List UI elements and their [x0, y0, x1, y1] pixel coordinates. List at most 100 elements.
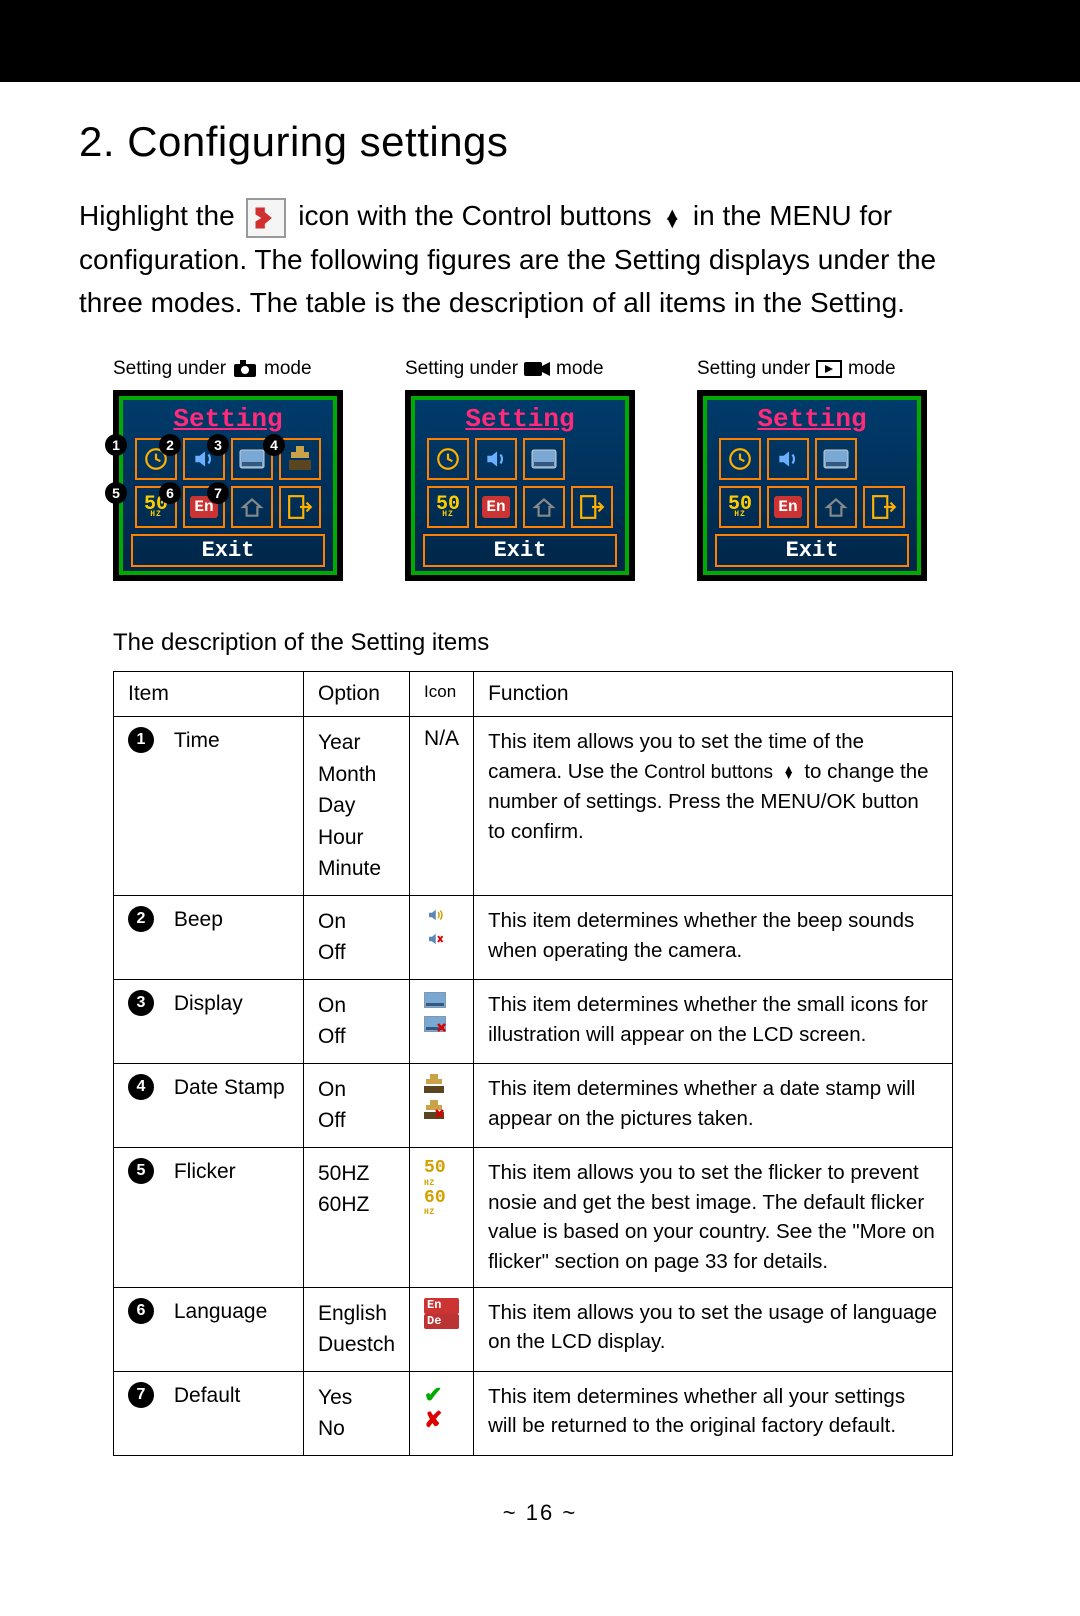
num-badge: 5	[128, 1158, 154, 1184]
col-icon: Icon	[410, 672, 474, 717]
num-badge: 2	[128, 906, 154, 932]
page-body: 2. Configuring settings Highlight the ic…	[0, 82, 1080, 1616]
table-row: 7 Default Yes No ✔ ✘ This item determine…	[114, 1371, 953, 1455]
lcd-display-icon	[523, 438, 565, 480]
function-cell: This item determines whether the beep so…	[474, 895, 953, 979]
icon-cell	[410, 979, 474, 1063]
display-off-icon	[424, 1014, 459, 1038]
flicker-icons: 50HZ 60HZ	[424, 1158, 459, 1218]
language-icons: En De	[424, 1298, 459, 1330]
wrench-icon	[246, 198, 286, 238]
item-cell: 5 Flicker	[114, 1147, 304, 1287]
lcd-time-icon	[427, 438, 469, 480]
item-name: Default	[174, 1382, 241, 1408]
lcd-datestamp-icon	[279, 438, 321, 480]
lcd-title: Setting	[757, 404, 866, 434]
intro-text-1: Highlight the	[79, 200, 242, 231]
item-cell: 4 Date Stamp	[114, 1063, 304, 1147]
display-icons	[424, 990, 459, 1038]
col-function: Function	[474, 672, 953, 717]
table-row: 1 Time Year Month Day Hour Minute N/A Th…	[114, 717, 953, 896]
lcd-empty	[571, 438, 613, 480]
num-badge: 6	[128, 1298, 154, 1324]
lcd-exit-icon	[863, 486, 905, 528]
option-cell: 50HZ 60HZ	[304, 1147, 410, 1287]
datestamp-icons	[424, 1074, 459, 1126]
option-cell: On Off	[304, 979, 410, 1063]
flicker-60-num: 60	[424, 1188, 459, 1209]
lcd-en-text: En	[774, 496, 801, 518]
num-badge: 7	[128, 1382, 154, 1408]
lcd-inner: Setting 50HZ En Exit	[119, 396, 337, 575]
function-cell: This item determines whether all your se…	[474, 1371, 953, 1455]
speaker-on-icon	[424, 906, 459, 930]
mode-caption-suffix: mode	[264, 358, 312, 380]
item-name: Display	[174, 990, 243, 1016]
table-row: 5 Flicker 50HZ 60HZ 50HZ 60HZ This item …	[114, 1147, 953, 1287]
item-cell: 3 Display	[114, 979, 304, 1063]
lcd-beep-icon	[767, 438, 809, 480]
item-name: Flicker	[174, 1158, 236, 1184]
settings-table: Item Option Icon Function 1 Time Year Mo…	[113, 671, 953, 1455]
icon-cell: En De	[410, 1287, 474, 1371]
item-cell: 7 Default	[114, 1371, 304, 1455]
lcd-language-icon: En	[475, 486, 517, 528]
option-cell: Yes No	[304, 1371, 410, 1455]
icon-cell	[410, 895, 474, 979]
lcd-screen: Setting 50HZ En Exit	[405, 390, 635, 581]
table-row: 2 Beep On Off This item determines wheth…	[114, 895, 953, 979]
lcd-exit-label: Exit	[715, 534, 909, 567]
icon-cell: ✔ ✘	[410, 1371, 474, 1455]
mode-caption-suffix: mode	[556, 358, 604, 380]
item-cell: 1 Time	[114, 717, 304, 896]
video-icon	[524, 359, 550, 379]
item-cell: 2 Beep	[114, 895, 304, 979]
icon-na: N/A	[424, 727, 459, 750]
item-name: Time	[174, 727, 220, 753]
lcd-time-icon	[719, 438, 761, 480]
table-row: 6 Language English Duestch En De This it…	[114, 1287, 953, 1371]
num-badge: 1	[128, 727, 154, 753]
default-icons: ✔ ✘	[424, 1382, 459, 1433]
lcd-title: Setting	[465, 404, 574, 434]
flicker-60-icon: 60HZ	[424, 1188, 459, 1218]
icon-cell: N/A	[410, 717, 474, 896]
camera-icon	[232, 359, 258, 379]
lang-en-icon: En	[424, 1298, 459, 1314]
mode-column: Setting under mode 1 2 3 4 5 6 7	[113, 358, 353, 581]
item-cell: 6 Language	[114, 1287, 304, 1371]
x-icon: ✘	[424, 1407, 459, 1432]
modes-row: Setting under mode 1 2 3 4 5 6 7	[79, 358, 1001, 581]
function-cell: This item allows you to set the usage of…	[474, 1287, 953, 1371]
beep-icons	[424, 906, 459, 954]
mode-caption-suffix: mode	[848, 358, 896, 380]
col-option: Option	[304, 672, 410, 717]
lcd-wrap: 1 2 3 4 5 6 7 Setting	[113, 390, 353, 581]
mode-caption-prefix: Setting under	[697, 358, 810, 380]
stamp-off-icon	[424, 1100, 459, 1126]
item-name: Beep	[174, 906, 223, 932]
mode-caption: Setting under mode	[113, 358, 353, 380]
option-cell: English Duestch	[304, 1287, 410, 1371]
lcd-screen: Setting 50HZ En Exit	[113, 390, 343, 581]
lcd-title: Setting	[173, 404, 282, 434]
function-cell: This item determines whether the small i…	[474, 979, 953, 1063]
item-name: Language	[174, 1298, 267, 1324]
lcd-empty	[863, 438, 905, 480]
option-cell: On Off	[304, 895, 410, 979]
mode-caption-prefix: Setting under	[405, 358, 518, 380]
mode-caption: Setting under mode	[697, 358, 937, 380]
item-name: Date Stamp	[174, 1074, 285, 1100]
stamp-on-icon	[424, 1074, 459, 1100]
display-on-icon	[424, 990, 459, 1014]
lcd-default-icon	[231, 486, 273, 528]
lcd-grid: 50HZ En	[719, 438, 905, 528]
lcd-grid: 50HZ En	[427, 438, 613, 528]
flicker-50-icon: 50HZ	[424, 1158, 459, 1188]
mode-caption-prefix: Setting under	[113, 358, 226, 380]
option-cell: Year Month Day Hour Minute	[304, 717, 410, 896]
page-number: ~ 16 ~	[79, 1500, 1001, 1526]
mode-caption: Setting under mode	[405, 358, 645, 380]
lcd-inner: Setting 50HZ En Exit	[411, 396, 629, 575]
mode-column: Setting under mode Setting	[697, 358, 937, 581]
